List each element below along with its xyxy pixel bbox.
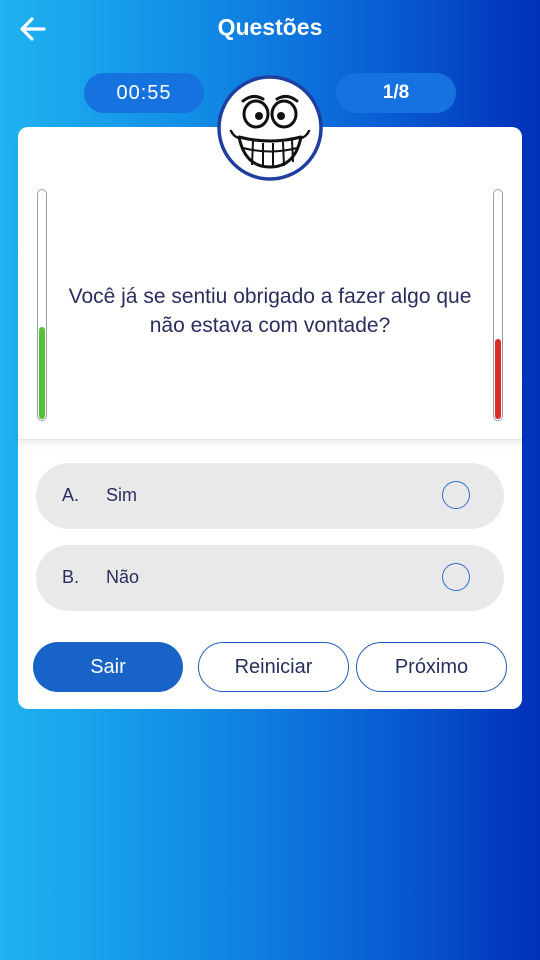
left-meter-fill — [39, 327, 45, 419]
question-card: Você já se sentiu obrigado a fazer algo … — [18, 127, 522, 709]
option-letter: B. — [62, 567, 80, 587]
quiz-screen: Questões 00:55 1/8 Você já se sentiu obr… — [0, 0, 540, 960]
option-b[interactable]: B. Não — [36, 545, 504, 611]
question-counter: 1/8 — [336, 73, 456, 113]
timer-badge: 00:55 — [84, 73, 204, 113]
radio-button[interactable] — [442, 563, 470, 591]
exit-button[interactable]: Sair — [33, 642, 183, 692]
radio-button[interactable] — [442, 481, 470, 509]
option-label: Não — [106, 567, 140, 587]
page-title: Questões — [217, 14, 323, 40]
restart-button[interactable]: Reiniciar — [198, 642, 349, 692]
right-meter — [493, 189, 503, 421]
next-button[interactable]: Próximo — [356, 642, 507, 692]
option-letter: A. — [62, 485, 80, 505]
question-text: Você já se sentiu obrigado a fazer algo … — [68, 285, 472, 337]
option-label: Sim — [106, 485, 137, 505]
left-meter — [37, 189, 47, 421]
right-meter-fill — [495, 338, 501, 419]
option-a[interactable]: A. Sim — [36, 463, 504, 529]
grinning-face-icon — [217, 75, 323, 181]
